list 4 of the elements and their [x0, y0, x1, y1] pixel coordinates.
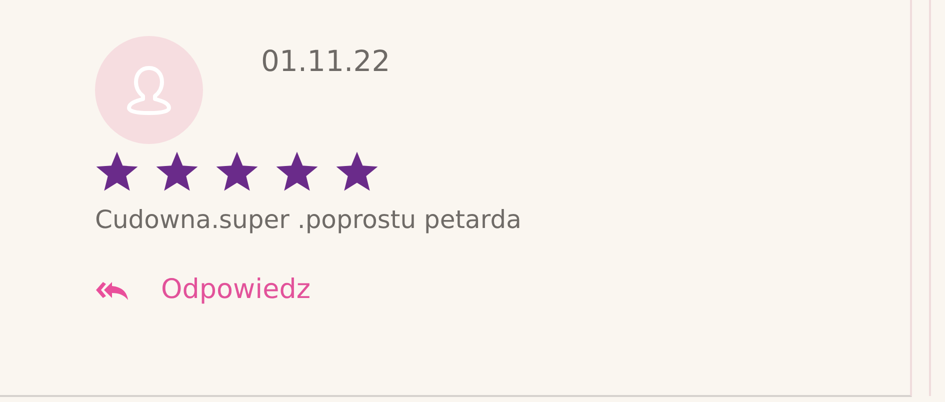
reply-link[interactable]: Odpowiedz: [95, 274, 311, 305]
review-text: Cudowna.super .poprostu petarda: [95, 205, 522, 234]
avatar-icon: [95, 36, 203, 144]
review-date: 01.11.22: [261, 44, 390, 78]
